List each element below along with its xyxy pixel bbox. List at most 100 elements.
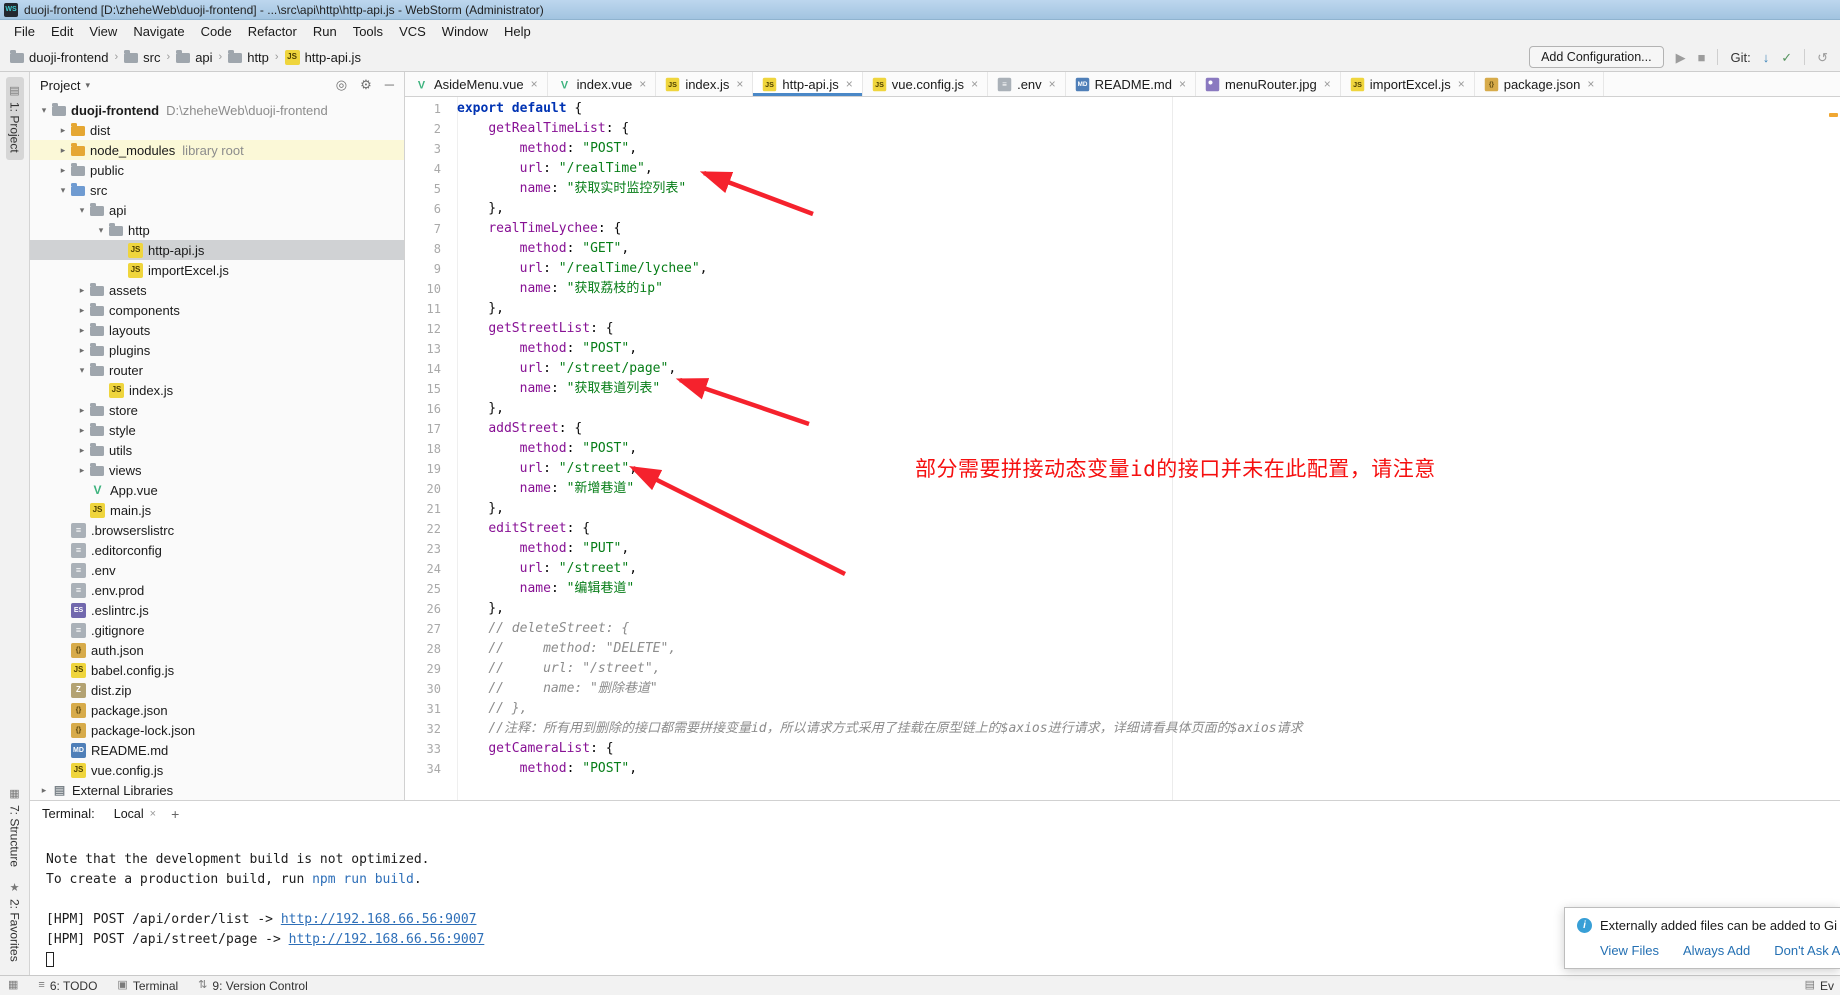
tree-item-node-modules[interactable]: ▸node_moduleslibrary root [30,140,404,160]
terminal-tab-local[interactable]: Local × [107,806,163,822]
tab-vue-config-js[interactable]: JSvue.config.js× [863,72,988,96]
tree-item-babel-config-js[interactable]: JSbabel.config.js [30,660,404,680]
menu-item-run[interactable]: Run [305,20,345,43]
tree-item-http[interactable]: ▾http [30,220,404,240]
tree-item-dist-zip[interactable]: Zdist.zip [30,680,404,700]
close-icon[interactable]: × [971,77,978,91]
close-icon[interactable]: × [639,77,646,91]
menu-item-window[interactable]: Window [434,20,496,43]
chevron-right-icon[interactable]: ▸ [55,125,71,136]
chevron-right-icon[interactable]: ▸ [74,445,90,456]
tree-item-store[interactable]: ▸store [30,400,404,420]
tab-env[interactable]: ≡.env× [988,72,1066,96]
settings-gear-icon[interactable]: ⚙ [360,77,372,93]
tab-index-vue[interactable]: Vindex.vue× [548,72,657,96]
menu-item-help[interactable]: Help [496,20,539,43]
tab-asidemenu-vue[interactable]: VAsideMenu.vue× [405,72,548,96]
tab-readme-md[interactable]: MDREADME.md× [1066,72,1196,96]
close-icon[interactable]: × [150,808,156,820]
tree-item-external-libraries[interactable]: ▸▤External Libraries [30,780,404,800]
tree-item-layouts[interactable]: ▸layouts [30,320,404,340]
toolwindow-button-terminal[interactable]: ▣Terminal [117,979,178,993]
menu-item-edit[interactable]: Edit [43,20,81,43]
menu-item-navigate[interactable]: Navigate [125,20,192,43]
menu-item-view[interactable]: View [81,20,125,43]
chevron-right-icon[interactable]: ▸ [55,165,71,176]
tab-menurouter-jpg[interactable]: menuRouter.jpg× [1196,72,1341,96]
terminal-link[interactable]: http://192.168.66.56:9007 [289,932,485,947]
menu-item-code[interactable]: Code [193,20,240,43]
tree-item-editorconfig[interactable]: ≡.editorconfig [30,540,404,560]
chevron-right-icon[interactable]: ▸ [74,405,90,416]
tree-item-auth-json[interactable]: {}auth.json [30,640,404,660]
chevron-down-icon[interactable]: ▾ [74,365,90,376]
stop-icon[interactable]: ■ [1698,51,1706,64]
tool-button-structure[interactable]: ▦ 7: Structure [6,780,24,874]
close-icon[interactable]: × [1049,77,1056,91]
close-icon[interactable]: × [846,77,853,91]
chevron-right-icon[interactable]: ▸ [55,145,71,156]
tree-item-src[interactable]: ▾src [30,180,404,200]
tree-item-assets[interactable]: ▸assets [30,280,404,300]
tree-item-package-lock-json[interactable]: {}package-lock.json [30,720,404,740]
tree-item-utils[interactable]: ▸utils [30,440,404,460]
close-icon[interactable]: × [736,77,743,91]
tree-item-duoji-frontend[interactable]: ▾duoji-frontendD:\zheheWeb\duoji-fronten… [30,100,404,120]
tab-package-json[interactable]: {}package.json× [1475,72,1605,96]
chevron-down-icon[interactable]: ▾ [36,105,52,116]
tree-item-gitignore[interactable]: ≡.gitignore [30,620,404,640]
hide-panel-icon[interactable]: ─ [385,77,394,93]
tab-http-api-js[interactable]: JShttp-api.js× [753,72,862,96]
tab-index-js[interactable]: JSindex.js× [656,72,753,96]
tree-item-env[interactable]: ≡.env [30,560,404,580]
breadcrumb-item-http[interactable]: http [228,50,269,65]
tree-item-components[interactable]: ▸components [30,300,404,320]
toolwindow-button-9-version-control[interactable]: ⇅9: Version Control [198,979,308,993]
tree-item-browserslistrc[interactable]: ≡.browserslistrc [30,520,404,540]
locate-file-icon[interactable]: ◎ [336,77,347,93]
new-terminal-icon[interactable]: + [171,806,179,822]
add-configuration-button[interactable]: Add Configuration... [1529,46,1664,68]
chevron-down-icon[interactable]: ▾ [74,205,90,216]
terminal-link[interactable]: http://192.168.66.56:9007 [281,912,477,927]
tree-item-plugins[interactable]: ▸plugins [30,340,404,360]
tree-item-views[interactable]: ▸views [30,460,404,480]
git-commit-icon[interactable]: ✓ [1781,51,1792,64]
tree-item-package-json[interactable]: {}package.json [30,700,404,720]
chevron-down-icon[interactable]: ▾ [85,80,90,91]
history-icon[interactable]: ↺ [1817,51,1828,64]
tree-item-public[interactable]: ▸public [30,160,404,180]
tree-item-importexcel-js[interactable]: JSimportExcel.js [30,260,404,280]
tree-item-index-js[interactable]: JSindex.js [30,380,404,400]
menu-item-tools[interactable]: Tools [345,20,391,43]
close-icon[interactable]: × [1179,77,1186,91]
tool-button-favorites[interactable]: ★ 2: Favorites [6,874,24,969]
close-icon[interactable]: × [1587,77,1594,91]
chevron-right-icon[interactable]: ▸ [74,305,90,316]
chevron-down-icon[interactable]: ▾ [55,185,71,196]
tool-window-switcher-icon[interactable]: ▦ [8,980,18,991]
tree-item-router[interactable]: ▾router [30,360,404,380]
chevron-right-icon[interactable]: ▸ [36,785,52,796]
event-log-button[interactable]: ▤ Ev [1805,979,1834,993]
menu-item-vcs[interactable]: VCS [391,20,434,43]
chevron-down-icon[interactable]: ▾ [93,225,109,236]
tree-item-style[interactable]: ▸style [30,420,404,440]
chevron-right-icon[interactable]: ▸ [74,425,90,436]
tree-item-app-vue[interactable]: VApp.vue [30,480,404,500]
run-icon[interactable]: ▶ [1676,51,1686,64]
project-panel-title[interactable]: Project [40,78,80,93]
tree-item-http-api-js[interactable]: JShttp-api.js [30,240,404,260]
menu-item-file[interactable]: File [6,20,43,43]
chevron-right-icon[interactable]: ▸ [74,345,90,356]
tree-item-readme-md[interactable]: MDREADME.md [30,740,404,760]
breadcrumb-item-duoji-frontend[interactable]: duoji-frontend [10,50,109,65]
tool-button-project[interactable]: ▤ 1: Project [6,77,24,160]
tree-item-eslintrc-js[interactable]: ES.eslintrc.js [30,600,404,620]
menu-item-refactor[interactable]: Refactor [240,20,305,43]
tree-item-api[interactable]: ▾api [30,200,404,220]
toolwindow-button-6-todo[interactable]: ≡6: TODO [38,979,97,993]
tab-importexcel-js[interactable]: JSimportExcel.js× [1341,72,1475,96]
code-editor[interactable]: 1export default {2 getRealTimeList: {3 m… [405,97,1840,800]
notification-action-always-add[interactable]: Always Add [1683,943,1750,958]
